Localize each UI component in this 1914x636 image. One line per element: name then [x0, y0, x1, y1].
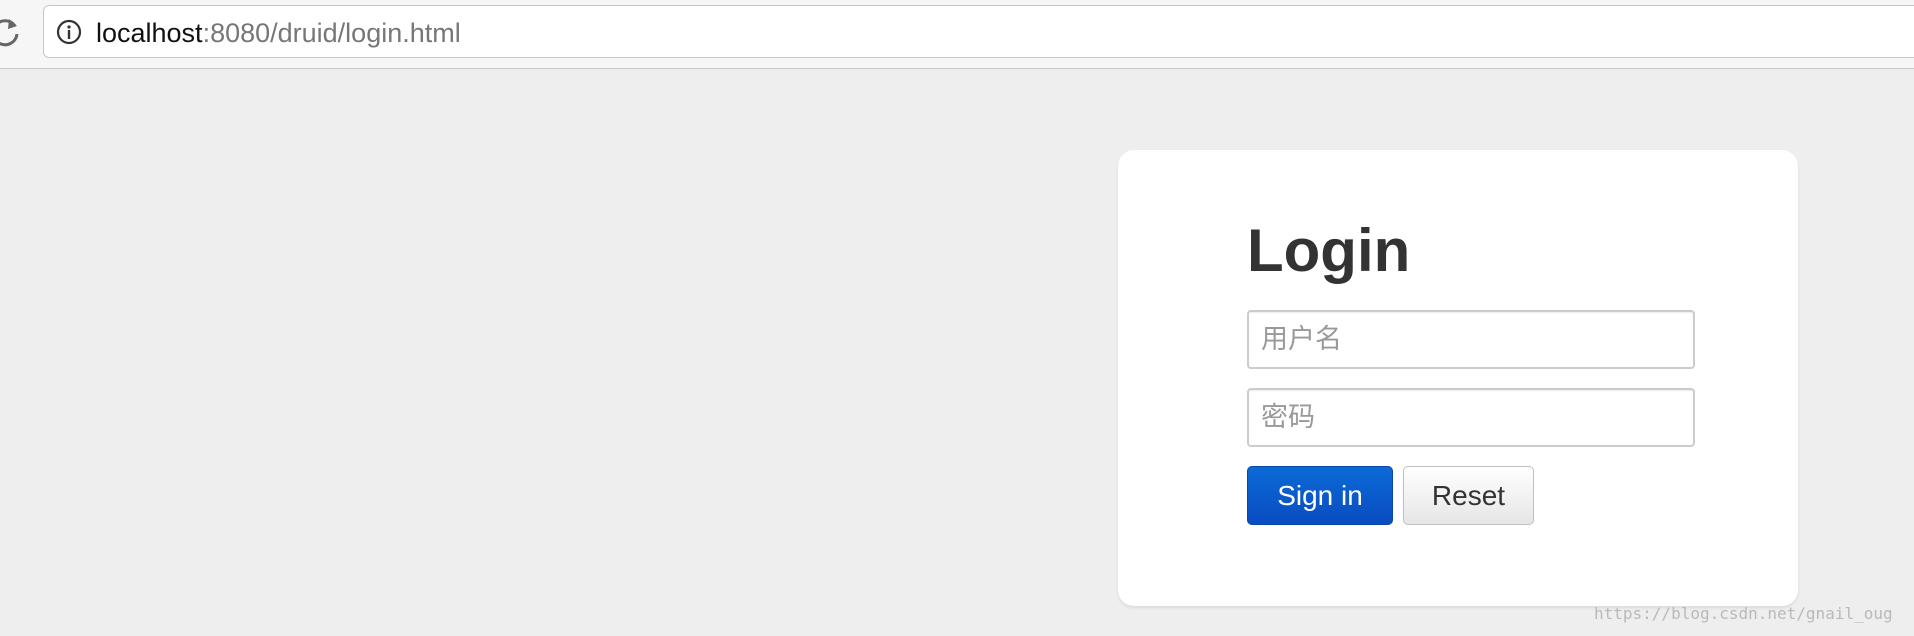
url-host: localhost: [96, 18, 203, 48]
reset-button[interactable]: Reset: [1403, 466, 1534, 525]
watermark-text: https://blog.csdn.net/gnail_oug: [1594, 604, 1893, 623]
info-icon[interactable]: [56, 19, 82, 45]
sign-in-button[interactable]: Sign in: [1247, 466, 1393, 525]
password-input[interactable]: [1247, 388, 1695, 447]
username-input[interactable]: [1247, 310, 1695, 369]
url-path: :8080/druid/login.html: [202, 18, 461, 48]
address-bar[interactable]: localhost:8080/druid/login.html: [43, 5, 1914, 58]
login-title: Login: [1247, 217, 1411, 284]
login-card: Login Sign in Reset: [1118, 150, 1798, 606]
browser-toolbar: localhost:8080/druid/login.html: [0, 0, 1914, 69]
url-text[interactable]: localhost:8080/druid/login.html: [96, 18, 461, 48]
reload-icon[interactable]: [0, 14, 22, 48]
